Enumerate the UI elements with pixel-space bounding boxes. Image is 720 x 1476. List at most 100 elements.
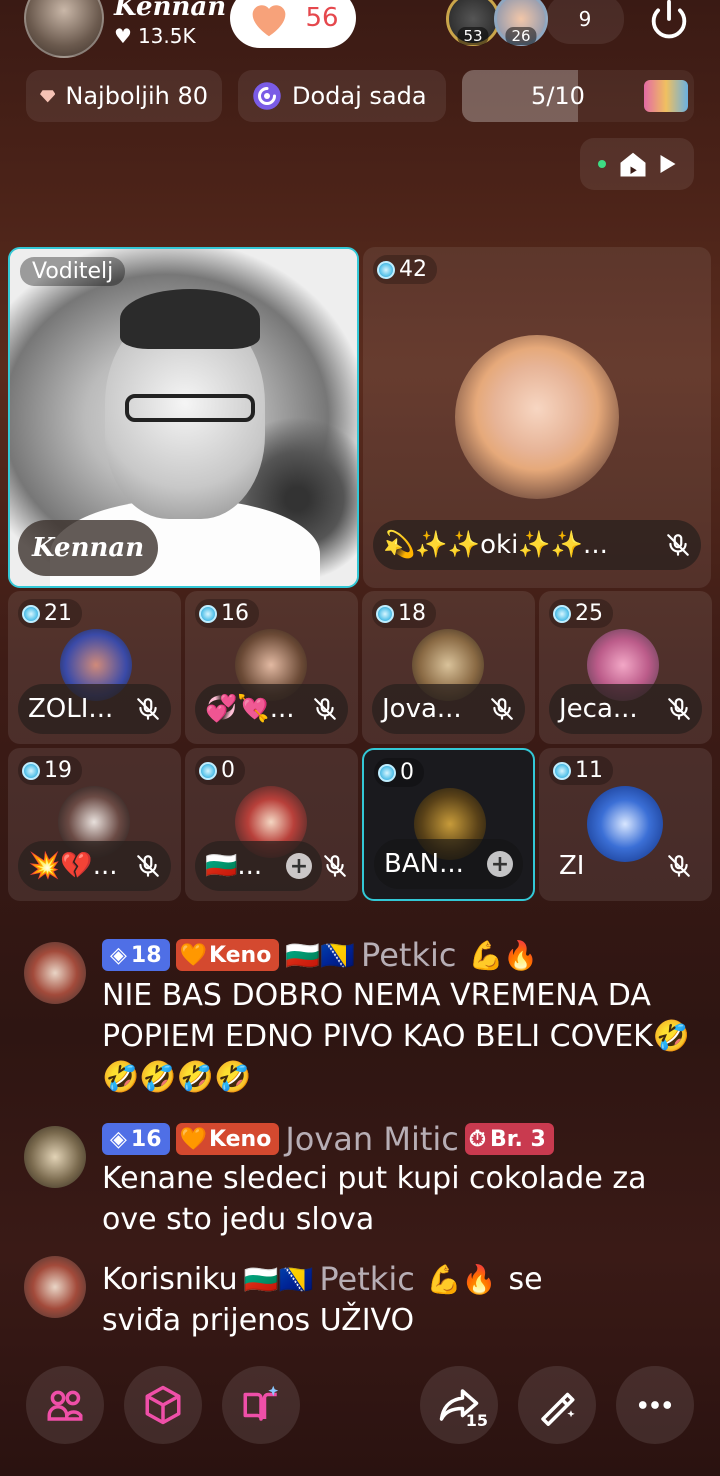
chat-message: NIE BAS DOBRO NEMA VREMENA DA POPIEM EDN… xyxy=(102,978,691,1095)
gem-icon xyxy=(199,604,217,623)
guest-tile[interactable]: 0 🇧🇬... + xyxy=(185,748,358,901)
level-badge: ◈ 16 xyxy=(102,1123,170,1155)
host-likes-count: 13.5K xyxy=(137,24,196,48)
chat-avatar[interactable] xyxy=(24,1256,86,1318)
effects-button[interactable] xyxy=(518,1366,596,1444)
guest-name-pill[interactable]: 💥💔... xyxy=(18,841,171,891)
guest-name-pill[interactable]: ZOLI... xyxy=(18,684,171,734)
guest-score: 0 xyxy=(195,756,245,785)
gem-icon xyxy=(199,761,217,780)
guest-tile[interactable]: 21 ZOLI... xyxy=(8,591,181,744)
host-video-tile[interactable]: Voditelj Kennan xyxy=(8,247,359,588)
home-icon xyxy=(620,152,646,177)
viewer-avatar[interactable]: 26 xyxy=(494,0,548,46)
muted-mic-icon xyxy=(668,698,690,720)
guest-tile[interactable]: 25 Jeca... xyxy=(539,591,712,744)
medal-icon: ⏱ xyxy=(468,1126,487,1152)
book-button[interactable] xyxy=(222,1366,300,1444)
top-ranking-chip[interactable]: Najboljih 80 xyxy=(26,70,222,122)
gem-icon xyxy=(22,761,40,780)
muted-mic-icon xyxy=(668,855,690,877)
people-icon xyxy=(47,1390,83,1421)
top-viewers[interactable]: 53 26 xyxy=(446,0,548,46)
magic-wand-icon xyxy=(541,1392,575,1426)
live-status-chip[interactable] xyxy=(580,138,694,190)
guest-tile[interactable]: 18 Jova... xyxy=(362,591,535,744)
live-dot-icon xyxy=(598,160,606,168)
viewer-avatar[interactable]: 53 xyxy=(446,0,500,46)
heart-icon xyxy=(253,5,286,37)
gem-icon xyxy=(553,761,571,780)
guest-tile[interactable]: 19 💥💔... xyxy=(8,748,181,901)
gem-icon xyxy=(376,604,394,623)
gem-icon xyxy=(377,260,395,279)
guest-score: 16 xyxy=(195,599,259,628)
guest-name-pill[interactable]: ZI xyxy=(549,841,702,891)
progress-chip[interactable]: 5/10 xyxy=(462,70,694,122)
guest-tile[interactable]: 42 💫✨✨oki✨✨... xyxy=(363,247,711,588)
gem-icon xyxy=(22,604,40,623)
fan-heart-icon: 🧡 xyxy=(179,1126,207,1152)
spiral-icon xyxy=(253,82,281,110)
guest-name-pill[interactable]: BAN... + xyxy=(374,839,523,889)
muted-mic-icon xyxy=(324,855,346,877)
guest-score: 42 xyxy=(373,255,437,284)
power-icon[interactable] xyxy=(646,0,692,42)
heart-count: 56 xyxy=(305,3,339,33)
add-now-button[interactable]: Dodaj sada xyxy=(238,70,446,122)
gem-icon xyxy=(378,763,396,782)
host-likes: ♥ 13.5K xyxy=(114,24,196,48)
guests-button[interactable] xyxy=(26,1366,104,1444)
guest-name-pill[interactable]: Jeca... xyxy=(549,684,702,734)
chat-header: ◈ 16 🧡 Keno Jovan Mitic ⏱ Br. 3 xyxy=(102,1120,554,1158)
plus-icon[interactable]: + xyxy=(286,853,312,879)
level-badge: ◈ 18 xyxy=(102,939,170,971)
chat-username[interactable]: Petkic xyxy=(319,1260,414,1298)
muted-mic-icon xyxy=(667,534,689,556)
muted-mic-icon xyxy=(137,698,159,720)
gem-outline-icon: ◈ xyxy=(110,942,127,968)
chat-username[interactable]: Jovan Mitic xyxy=(285,1120,459,1158)
fan-club-badge: 🧡 Keno xyxy=(175,939,280,971)
chat-username[interactable]: Petkic xyxy=(361,936,456,974)
share-count: 15 xyxy=(465,1411,488,1430)
plus-icon[interactable]: + xyxy=(487,851,513,877)
host-avatar[interactable] xyxy=(24,0,104,58)
muted-mic-icon xyxy=(314,698,336,720)
muted-mic-icon xyxy=(491,698,513,720)
gem-icon xyxy=(553,604,571,623)
guest-score: 21 xyxy=(18,599,82,628)
guest-name-pill[interactable]: 🇧🇬... + xyxy=(195,841,322,891)
host-tile-name[interactable]: Kennan xyxy=(18,520,159,576)
follow-heart-button[interactable]: 56 xyxy=(230,0,356,48)
muted-mic-icon xyxy=(137,855,159,877)
banner-thumbnail xyxy=(644,80,688,112)
guest-name-pill[interactable]: 💞💘... xyxy=(195,684,348,734)
gem-outline-icon: ◈ xyxy=(110,1126,127,1152)
more-button[interactable] xyxy=(616,1366,694,1444)
guest-name-pill[interactable]: 💫✨✨oki✨✨... xyxy=(373,520,701,570)
guest-avatar xyxy=(455,335,619,499)
guest-score: 25 xyxy=(549,599,613,628)
guest-score: 18 xyxy=(372,599,436,628)
rank-badge: ⏱ Br. 3 xyxy=(464,1123,554,1155)
cube-icon xyxy=(145,1385,181,1425)
share-button[interactable]: 15 xyxy=(420,1366,498,1444)
host-name[interactable]: Kennan xyxy=(114,0,226,22)
chat-avatar[interactable] xyxy=(24,942,86,1004)
chat-header: Korisniku 🇧🇬🇧🇦 Petkic 💪🔥 se xyxy=(102,1260,543,1298)
heart-icon: ♥ xyxy=(114,24,132,48)
guest-tile[interactable]: 11 ZI xyxy=(539,748,712,901)
diamond-icon xyxy=(40,90,56,103)
guest-score: 19 xyxy=(18,756,82,785)
chat-message: sviđa prijenos UŽIVO xyxy=(102,1303,415,1338)
gift-box-button[interactable] xyxy=(124,1366,202,1444)
more-dots-icon xyxy=(638,1401,672,1409)
play-arrow-icon xyxy=(660,155,676,173)
guest-tile[interactable]: 0 BAN... + xyxy=(362,748,535,901)
guest-name-pill[interactable]: Jova... xyxy=(372,684,525,734)
fan-club-badge: 🧡 Keno xyxy=(175,1123,280,1155)
chat-avatar[interactable] xyxy=(24,1126,86,1188)
guest-tile[interactable]: 16 💞💘... xyxy=(185,591,358,744)
viewer-count[interactable]: 9 xyxy=(546,0,624,44)
